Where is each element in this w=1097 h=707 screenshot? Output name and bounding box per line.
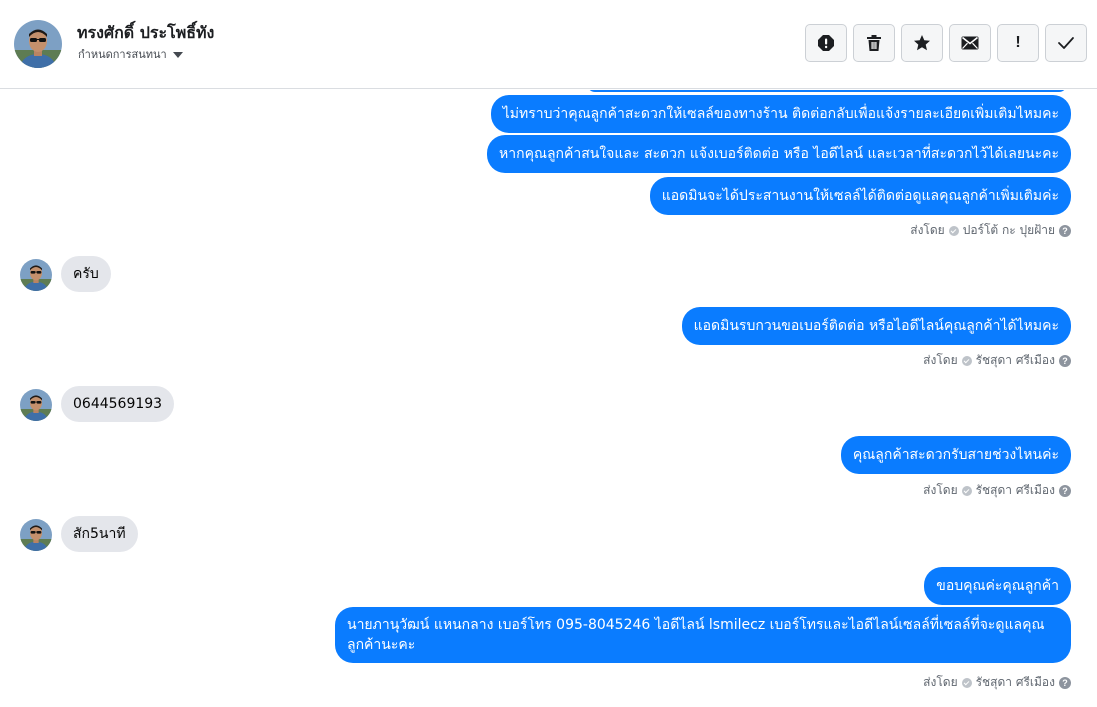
outgoing-message-bubble[interactable]: แอดมินรบกวนขอเบอร์ติดต่อ หรือไอดีไลน์คุณ… (681, 307, 1071, 345)
sent-by-line: ส่งโดย รัชสุดา ศรีเมือง ? (923, 481, 1071, 500)
conversation-header: ทรงศักดิ์ ประโพธิ์ทัง กำหนดการสนทนา ! (0, 0, 1097, 89)
star-icon (914, 35, 930, 51)
help-icon[interactable]: ? (1059, 354, 1071, 367)
outgoing-message-bubble[interactable]: นายภานุวัฒน์ แหนกลาง เบอร์โทร 095-804524… (335, 607, 1071, 663)
sender-name[interactable]: รัชสุดา ศรีเมือง (976, 481, 1055, 500)
envelope-icon (961, 36, 979, 50)
contact-name[interactable]: ทรงศักดิ์ ประโพธิ์ทัง (77, 21, 214, 46)
checkmark-icon (1058, 37, 1074, 49)
follow-up-button[interactable]: ! (997, 24, 1039, 62)
delete-button[interactable] (853, 24, 895, 62)
mark-done-button[interactable] (1045, 24, 1087, 62)
sent-by-line: ส่งโดย รัชสุดา ศรีเมือง ? (923, 673, 1071, 692)
caret-down-icon (172, 51, 183, 58)
conversation-toolbar: ! (805, 24, 1087, 62)
exclamation-icon: ! (1015, 34, 1021, 51)
contact-message-avatar (20, 519, 52, 551)
verified-dot-icon (948, 225, 959, 236)
assign-conversation-label: กำหนดการสนทนา (78, 48, 167, 61)
contact-message-avatar (20, 389, 52, 421)
sender-name[interactable]: รัชสุดา ศรีเมือง (976, 673, 1055, 692)
outgoing-message-bubble[interactable]: คุณลูกค้าสะดวกรับสายช่วงไหนค่ะ (840, 436, 1071, 474)
trash-icon (867, 35, 881, 51)
incoming-message-bubble[interactable]: ครับ (61, 256, 111, 292)
sent-by-line: ส่งโดย รัชสุดา ศรีเมือง ? (923, 351, 1071, 370)
previous-message-bubble-edge (587, 90, 1067, 92)
sent-by-label: ส่งโดย (923, 483, 958, 497)
help-icon[interactable]: ? (1059, 676, 1071, 689)
incoming-message-bubble[interactable]: สัก5นาที (61, 516, 138, 552)
star-button[interactable] (901, 24, 943, 62)
message-thread[interactable]: ไม่ทราบว่าคุณลูกค้าสะดวกให้เซลล์ของทางร้… (0, 90, 1097, 707)
incoming-message-bubble[interactable]: 0644569193 (61, 386, 175, 422)
contact-avatar[interactable] (14, 20, 62, 68)
outgoing-message-bubble[interactable]: แอดมินจะได้ประสานงานให้เซลล์ได้ติดต่อดูแ… (649, 177, 1071, 215)
outgoing-message-bubble[interactable]: ขอบคุณค่ะคุณลูกค้า (924, 567, 1071, 605)
verified-dot-icon (961, 485, 972, 496)
sent-by-label: ส่งโดย (910, 223, 945, 237)
mark-unread-button[interactable] (949, 24, 991, 62)
verified-dot-icon (961, 355, 972, 366)
outgoing-message-bubble[interactable]: หากคุณลูกค้าสนใจและ สะดวก แจ้งเบอร์ติดต่… (487, 135, 1071, 173)
sent-by-label: ส่งโดย (923, 353, 958, 367)
sent-by-label: ส่งโดย (923, 675, 958, 689)
spam-icon (818, 35, 834, 51)
verified-dot-icon (961, 677, 972, 688)
help-icon[interactable]: ? (1059, 224, 1071, 237)
mark-spam-button[interactable] (805, 24, 847, 62)
sent-by-line: ส่งโดย ปอร์โต้ กะ ปุยฝ้าย ? (910, 221, 1071, 240)
assign-conversation-dropdown[interactable]: กำหนดการสนทนา (78, 45, 183, 63)
outgoing-message-bubble[interactable]: ไม่ทราบว่าคุณลูกค้าสะดวกให้เซลล์ของทางร้… (490, 95, 1071, 133)
sender-name[interactable]: รัชสุดา ศรีเมือง (976, 351, 1055, 370)
sender-name[interactable]: ปอร์โต้ กะ ปุยฝ้าย (963, 221, 1055, 240)
contact-message-avatar (20, 259, 52, 291)
help-icon[interactable]: ? (1059, 484, 1071, 497)
